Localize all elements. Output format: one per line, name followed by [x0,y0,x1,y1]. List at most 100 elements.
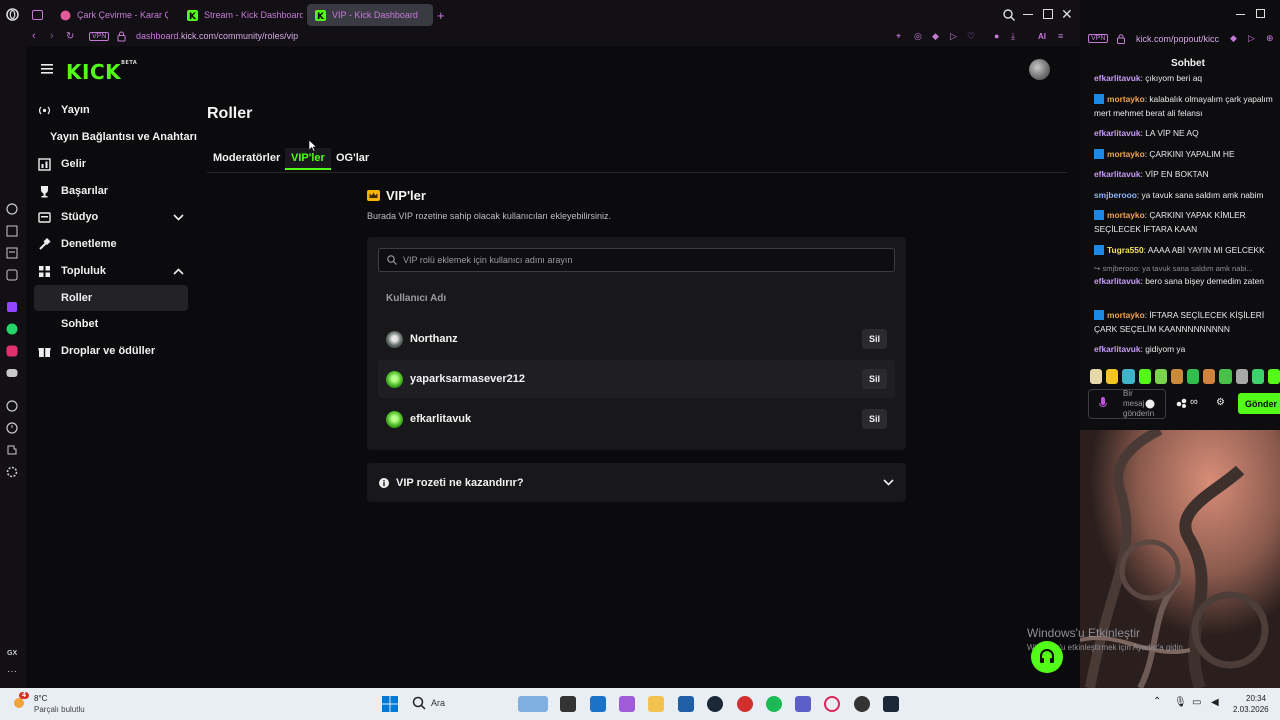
remove-vip-button[interactable]: Sil [861,329,887,349]
minimize-icon[interactable] [1236,14,1245,15]
twitch-icon[interactable] [6,301,20,315]
clock-time[interactable]: 20:34 [1246,694,1266,703]
search-highlight-icon[interactable] [518,696,548,712]
reload-icon[interactable]: ↻ [66,31,74,42]
minimize-icon[interactable] [1023,14,1033,15]
clock-icon[interactable] [6,422,20,436]
emote-icon[interactable] [1235,369,1248,384]
opera-gx-logo-icon[interactable] [6,8,19,21]
spotify-icon[interactable] [766,696,782,712]
discord-icon[interactable] [6,367,20,381]
taskbar-search-label[interactable]: Ara [431,698,445,708]
profile-icon[interactable]: ● [994,31,999,41]
emote-icon[interactable] [1122,369,1135,384]
chat-settings-icon[interactable]: ⚙ [1216,397,1225,408]
shield-icon[interactable]: ◆ [1230,33,1237,44]
tab-vip-dashboard[interactable]: K VIP - Kick Dashboard [307,4,433,26]
music-icon[interactable] [6,269,20,283]
infinity-icon[interactable]: ∞ [1190,396,1198,408]
sidebar-item-studio[interactable]: Stüdyo [34,204,188,230]
sidebar-item-stream[interactable]: Yayın [34,97,188,123]
sidebar-item-roles[interactable]: Roller [34,285,188,311]
news-icon[interactable] [6,247,20,261]
opera-gx-icon[interactable] [824,696,840,712]
maximize-icon[interactable] [1256,9,1265,18]
chat-username[interactable]: efkarlitavuk [1094,276,1141,286]
emoji-icon[interactable] [1145,399,1155,409]
whatsapp-icon[interactable] [6,323,20,337]
player-icon[interactable] [6,400,20,414]
emote-icon[interactable] [1154,369,1167,384]
sidebar-item-achievements[interactable]: Başarılar [34,178,188,204]
kick-logo[interactable]: KICKBETA [66,60,137,84]
remove-vip-button[interactable]: Sil [861,369,887,389]
emote-icon[interactable] [1251,369,1264,384]
user-search-input[interactable] [403,255,883,265]
back-icon[interactable]: ‹ [32,30,36,42]
chat-username[interactable]: efkarlitavuk [1094,169,1141,179]
extensions-icon[interactable] [6,444,20,458]
history-icon[interactable] [6,203,20,217]
download-icon[interactable]: ⤓ [1011,31,1015,42]
volume-icon[interactable]: ◀ [1211,697,1219,708]
chat-username[interactable]: mortayko [1107,149,1145,159]
forward-icon[interactable]: › [50,30,54,42]
chat-url-text[interactable]: kick.com/popout/kicc [1136,34,1219,44]
chat-username[interactable]: mortayko [1107,310,1145,320]
start-icon[interactable] [382,696,398,712]
file-explorer-icon[interactable] [648,696,664,712]
emote-icon[interactable] [1106,369,1119,384]
emote-icon[interactable] [1267,369,1280,384]
chat-message-input[interactable]: Bir mesaj gönderin [1088,389,1166,419]
chat-username[interactable]: mortayko [1107,210,1145,220]
chat-username[interactable]: Tugra550 [1107,245,1144,255]
outlook-icon[interactable] [590,696,606,712]
close-window-icon[interactable]: ✕ [1061,6,1073,23]
chat-username[interactable]: efkarlitavuk [1094,128,1141,138]
microphone-tray-icon[interactable]: 🎙 [1174,697,1187,708]
support-headset-button[interactable] [1031,641,1063,673]
copilot-icon[interactable] [619,696,635,712]
maximize-icon[interactable] [1043,9,1053,19]
chat-username[interactable]: efkarlitavuk [1094,73,1141,83]
new-tab-icon[interactable]: + [437,8,445,23]
sidebar-item-community[interactable]: Topluluk [34,258,188,284]
url-text[interactable]: dashboard.kick.com/community/roles/vip [136,31,298,41]
heart-icon[interactable]: ♡ [967,31,975,42]
emote-icon[interactable] [1203,369,1216,384]
tab-vips[interactable]: VIP'ler [285,148,331,170]
instagram-icon[interactable] [6,345,20,359]
tab-ogs[interactable]: OG'lar [330,148,375,170]
obs-icon[interactable] [854,696,870,712]
chat-username[interactable]: smjberooo [1094,190,1137,200]
vip-faq-accordion[interactable]: VIP rozeti ne kazandırır? [367,463,906,502]
user-search-box[interactable] [378,248,895,272]
emote-icon[interactable] [1187,369,1200,384]
chat-username[interactable]: mortayko [1107,94,1145,104]
search-tabs-icon[interactable] [1003,9,1015,21]
task-view-icon[interactable] [560,696,576,712]
network-icon[interactable]: ▭ [1192,697,1201,708]
sidebar-item-moderation[interactable]: Denetleme [34,231,188,257]
microphone-icon[interactable] [1099,397,1107,410]
menu-icon[interactable]: ≡ [1058,31,1063,41]
store-icon[interactable] [678,696,694,712]
vpn-badge[interactable]: VPN [1088,34,1109,43]
teams-icon[interactable] [795,696,811,712]
emote-icon[interactable] [1219,369,1232,384]
sidebar-item-stream-key[interactable]: Yayın Bağlantısı ve Anahtarı [34,124,204,150]
vpn-badge[interactable]: VPN [89,32,110,41]
search-icon[interactable] [412,696,428,712]
emote-icon[interactable] [1090,369,1103,384]
remove-vip-button[interactable]: Sil [861,409,887,429]
workspaces-icon[interactable] [32,10,43,20]
tab-wheel[interactable]: Çark Çevirme - Karar Çark [52,4,168,26]
tab-stream-dashboard[interactable]: K Stream - Kick Dashboard [179,4,303,26]
hamburger-menu-icon[interactable] [41,64,53,74]
camera-icon[interactable]: ◎ [914,31,922,42]
settings-icon[interactable] [6,466,20,480]
tray-chevron-icon[interactable]: ⌃ [1153,696,1161,707]
tab-moderators[interactable]: Moderatörler [207,148,286,170]
gx-corner-icon[interactable] [6,225,20,239]
sidebar-item-revenue[interactable]: Gelir [34,151,188,177]
